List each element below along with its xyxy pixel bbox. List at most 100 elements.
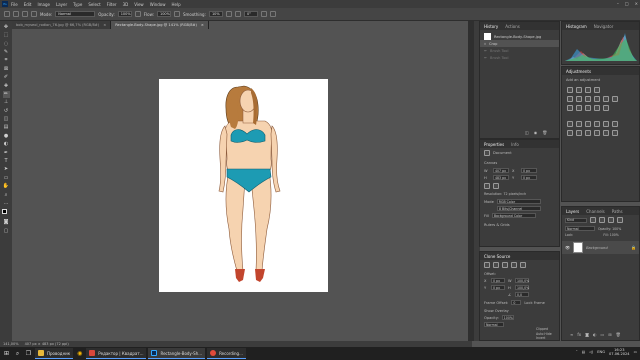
levels-icon[interactable] <box>576 87 582 93</box>
tab-histogram[interactable]: Histogram <box>566 24 587 29</box>
layer-filter-kind[interactable]: Kind <box>565 217 587 223</box>
screen-mode-icon[interactable]: ▢ <box>3 228 10 235</box>
clock[interactable]: 16:23 07.06.2024 <box>609 348 630 356</box>
overlay-mode-select[interactable]: Normal <box>484 322 504 327</box>
delete-adjust-icon[interactable] <box>612 121 618 127</box>
taskbar-item-explorer[interactable]: Проводник <box>35 348 74 359</box>
link-layers-icon[interactable]: ∞ <box>570 332 573 337</box>
brush-preset-icon[interactable] <box>22 11 28 17</box>
eyedropper-tool-icon[interactable]: ✐ <box>3 74 10 81</box>
menu-image[interactable]: Image <box>37 2 50 7</box>
lasso-tool-icon[interactable]: ◌ <box>3 41 10 48</box>
tab-navigator[interactable]: Navigator <box>594 24 614 29</box>
layer-row[interactable]: 👁 Background 🔒 <box>562 241 639 254</box>
pattern-icon[interactable] <box>567 130 573 136</box>
tab-clone-source[interactable]: Clone Source <box>484 254 510 259</box>
tab-actions[interactable]: Actions <box>505 24 520 29</box>
new-snapshot-icon[interactable]: ◫ <box>525 130 529 135</box>
airbrush-icon[interactable] <box>173 11 180 17</box>
notifications-icon[interactable]: ▭ <box>634 350 637 354</box>
clone-source-2-icon[interactable] <box>493 262 499 268</box>
bit-depth-select[interactable]: 8 Bits/Channel <box>497 206 541 211</box>
brush-tool-active-icon[interactable]: ✏ <box>2 91 10 98</box>
channel-mixer-icon[interactable] <box>612 96 618 102</box>
landscape-orientation-icon[interactable] <box>493 183 499 189</box>
angle-field[interactable]: 0,0 <box>515 292 529 297</box>
pressure-opacity-icon[interactable] <box>134 11 141 17</box>
zoom-level[interactable]: 141,00% <box>3 342 19 346</box>
layer-opacity[interactable]: Opacity: 100% <box>598 227 621 231</box>
quick-select-tool-icon[interactable]: ✎ <box>3 49 10 56</box>
home-icon[interactable] <box>4 11 10 17</box>
task-view-icon[interactable]: ❐ <box>24 349 33 358</box>
pen-tool-icon[interactable]: ✒ <box>3 150 10 157</box>
eraser-tool-icon[interactable]: ◫ <box>3 116 10 123</box>
history-item[interactable]: ✏ Brush Tool <box>480 54 559 61</box>
hand-tool-icon[interactable]: ✋ <box>3 183 10 190</box>
menu-3d[interactable]: 3D <box>123 2 129 7</box>
invert-checkbox[interactable]: Invert <box>536 336 552 341</box>
shape-tool-icon[interactable]: ▭ <box>3 175 10 182</box>
filter-pixel-icon[interactable] <box>590 217 596 223</box>
tab-doc-1[interactable]: bob_myseol_rodion_76.jpg @ 66,7% (RGB/8#… <box>12 21 112 29</box>
dodge-tool-icon[interactable]: ◐ <box>3 141 10 148</box>
angle-field[interactable]: 0° <box>243 11 258 17</box>
menu-type[interactable]: Type <box>73 2 82 7</box>
clone-source-5-icon[interactable] <box>520 262 526 268</box>
mask-icon[interactable] <box>576 121 582 127</box>
healing-brush-icon[interactable]: ✚ <box>3 83 10 90</box>
taskbar-item-editor[interactable]: Редактор | Квадрат... <box>86 348 147 359</box>
new-group-icon[interactable]: ▭ <box>601 332 605 337</box>
flow-field[interactable]: 100% <box>156 11 171 17</box>
history-snapshot[interactable]: Rectangle-Body-Shape.jpg <box>480 33 559 40</box>
lock-frame-label[interactable]: Lock Frame <box>524 301 545 305</box>
filter-shape-icon[interactable] <box>617 217 623 223</box>
vibrance-icon[interactable] <box>567 96 573 102</box>
smoothing-field[interactable]: 10% <box>208 11 223 17</box>
scale-h-field[interactable]: 100,0% <box>515 285 529 290</box>
taskbar-item-recording[interactable]: Recording... <box>207 348 246 359</box>
delete-layer-icon[interactable]: 🗑 <box>616 332 621 337</box>
pressure-size-icon[interactable] <box>260 11 267 17</box>
canvas-y-field[interactable]: 0 px <box>521 175 537 180</box>
new-layer-icon[interactable] <box>603 121 609 127</box>
mode-select[interactable]: Normal <box>55 11 96 17</box>
zoom-tool-icon[interactable]: ⌕ <box>3 192 10 199</box>
filter-type-icon[interactable] <box>608 217 614 223</box>
move-tool-icon[interactable]: ✥ <box>3 24 10 31</box>
tab-channels[interactable]: Channels <box>586 209 605 214</box>
gradient-fill-icon[interactable] <box>585 130 591 136</box>
camera-icon[interactable]: ◉ <box>534 130 538 135</box>
fx-icon[interactable]: fx <box>577 332 581 337</box>
hue-saturation-icon[interactable] <box>576 96 582 102</box>
link-icon[interactable] <box>612 130 618 136</box>
foreground-color-swatch[interactable] <box>1 208 7 214</box>
portrait-orientation-icon[interactable] <box>484 183 490 189</box>
language-indicator[interactable]: ENG <box>597 350 605 354</box>
invert-icon[interactable] <box>567 105 573 111</box>
chrome-icon[interactable]: ◉ <box>75 349 84 358</box>
solid-color-icon[interactable] <box>576 130 582 136</box>
smart-object-icon[interactable] <box>603 130 609 136</box>
brightness-contrast-icon[interactable] <box>567 87 573 93</box>
color-mode-select[interactable]: RGB Color <box>496 199 541 204</box>
adjustment-layer-icon[interactable]: ◐ <box>593 332 597 337</box>
blur-tool-icon[interactable]: ● <box>3 133 10 140</box>
exposure-icon[interactable] <box>594 87 600 93</box>
blend-mode-select[interactable]: Normal <box>565 226 595 231</box>
history-item[interactable]: ✏ Brush Tool <box>480 47 559 54</box>
tab-paths[interactable]: Paths <box>612 209 623 214</box>
scale-w-field[interactable]: 100,0% <box>515 278 529 283</box>
clone-source-1-icon[interactable] <box>484 262 490 268</box>
tab-adjustments[interactable]: Adjustments <box>566 69 591 74</box>
volume-icon[interactable]: ◁) <box>589 350 593 354</box>
menu-select[interactable]: Select <box>88 2 100 7</box>
color-swatches[interactable] <box>1 208 11 218</box>
close-icon[interactable]: × <box>635 1 638 6</box>
fill-select[interactable]: Background Color <box>491 213 536 218</box>
search-icon[interactable]: ⌕ <box>13 349 22 358</box>
filter-adjust-icon[interactable] <box>599 217 605 223</box>
history-item[interactable]: ⌗ Crop <box>480 40 559 47</box>
minimize-icon[interactable]: – <box>617 1 619 6</box>
tab-layers[interactable]: Layers <box>566 209 579 214</box>
